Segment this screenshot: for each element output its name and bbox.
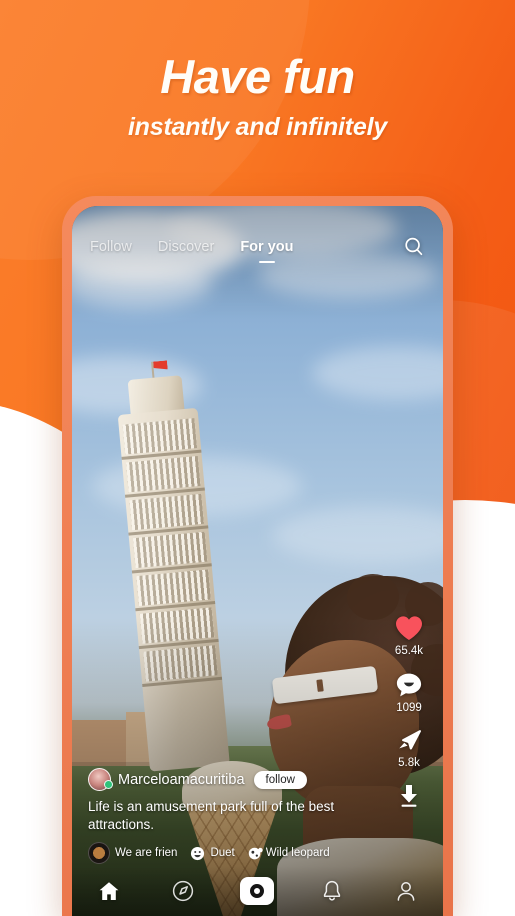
phone-mockup-frame: Follow Discover For you 65.4k 1099 5.8k … <box>62 196 453 916</box>
duet-mask-icon <box>191 846 205 860</box>
action-rail: 65.4k 1099 5.8k <box>381 614 437 823</box>
username-label[interactable]: Marceloamacuritiba <box>118 772 245 788</box>
bell-icon[interactable] <box>320 879 344 903</box>
top-navigation-tabs: Follow Discover For you <box>72 230 443 264</box>
nav-discover[interactable] <box>157 871 209 911</box>
comment-icon[interactable] <box>395 671 423 699</box>
bottom-navigation-bar <box>72 866 443 916</box>
comment-count: 1099 <box>396 702 422 714</box>
phone-screen: Follow Discover For you 65.4k 1099 5.8k … <box>72 206 443 916</box>
compass-icon[interactable] <box>171 879 195 903</box>
page-subtitle: instantly and infinitely <box>127 113 388 142</box>
download-icon[interactable] <box>396 783 422 809</box>
like-action[interactable]: 65.4k <box>394 614 424 657</box>
music-disc-icon <box>88 842 110 864</box>
tab-follow[interactable]: Follow <box>90 239 132 255</box>
follow-button[interactable]: follow <box>253 770 307 789</box>
person-icon[interactable] <box>394 879 418 903</box>
record-ring-icon <box>250 884 265 898</box>
like-count: 65.4k <box>394 645 424 657</box>
promo-headline-block: Have fun instantly and infinitely <box>0 52 515 142</box>
tag-row: We are frien Duet Wild leopard <box>88 842 371 864</box>
effect-tag[interactable]: Wild leopard <box>248 846 330 861</box>
tab-discover[interactable]: Discover <box>158 239 214 255</box>
search-icon[interactable] <box>403 236 425 258</box>
duet-tag[interactable]: Duet <box>190 846 235 861</box>
effect-tag-label: Wild leopard <box>265 847 330 859</box>
home-icon[interactable] <box>97 879 121 903</box>
download-action[interactable] <box>396 783 422 809</box>
nav-record[interactable] <box>231 871 283 911</box>
nav-notifications[interactable] <box>306 871 358 911</box>
share-count: 5.8k <box>398 757 420 769</box>
music-tag-label: We are frien <box>115 847 178 859</box>
verified-badge-icon <box>104 780 113 790</box>
nav-home[interactable] <box>83 871 135 911</box>
tab-for-you[interactable]: For you <box>240 239 293 255</box>
effect-icon <box>248 847 263 859</box>
page-title: Have fun <box>160 50 355 103</box>
duet-tag-label: Duet <box>210 847 235 859</box>
user-row: Marceloamacuritiba follow <box>88 768 371 792</box>
avatar[interactable] <box>88 768 113 792</box>
record-button[interactable] <box>240 877 275 905</box>
comment-action[interactable]: 1099 <box>395 671 423 714</box>
share-arrow-icon[interactable] <box>395 728 423 754</box>
nav-profile[interactable] <box>380 871 432 911</box>
share-action[interactable]: 5.8k <box>395 728 423 769</box>
heart-icon[interactable] <box>394 614 424 642</box>
music-tag[interactable]: We are frien <box>88 842 177 864</box>
caption-text: Life is an amusement park full of the be… <box>88 799 335 833</box>
post-caption-block: Marceloamacuritiba follow Life is an amu… <box>72 768 387 864</box>
